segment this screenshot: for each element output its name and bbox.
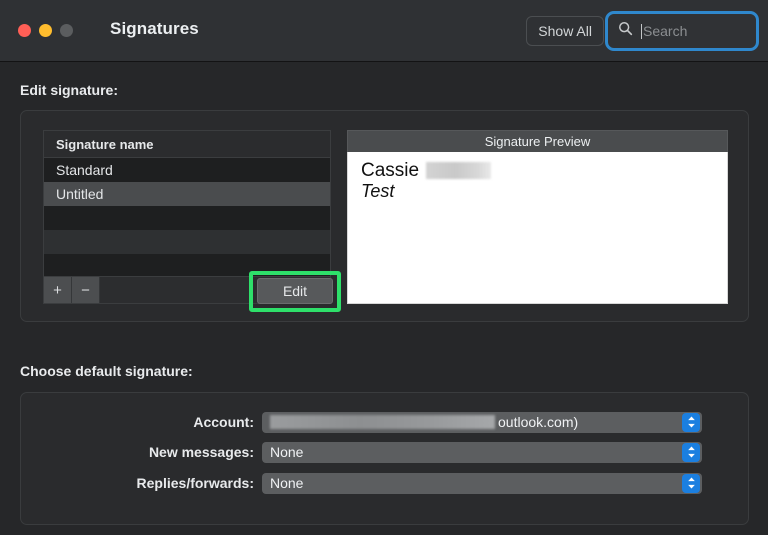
replies-forwards-label: Replies/forwards: bbox=[21, 475, 262, 491]
preview-redacted-block bbox=[426, 162, 491, 179]
choose-default-signature-heading: Choose default signature: bbox=[20, 363, 193, 379]
preferences-content: Edit signature: Signature name Standard … bbox=[0, 62, 768, 535]
new-messages-popup-stepper-icon[interactable] bbox=[682, 443, 700, 462]
replies-forwards-row: Replies/forwards: None bbox=[21, 472, 750, 494]
replies-forwards-value: None bbox=[270, 475, 303, 491]
new-messages-popup-button[interactable]: None bbox=[262, 442, 702, 463]
edit-signature-button[interactable]: Edit bbox=[257, 278, 333, 304]
replies-forwards-popup-button[interactable]: None bbox=[262, 473, 702, 494]
window-titlebar: Signatures Show All Search bbox=[0, 0, 768, 62]
show-all-label: Show All bbox=[538, 23, 592, 39]
list-item-empty-1[interactable] bbox=[44, 206, 330, 230]
preview-line-1: Cassie bbox=[361, 161, 727, 181]
signature-name-column-header: Signature name bbox=[56, 137, 154, 152]
search-field[interactable]: Search bbox=[605, 11, 759, 51]
search-placeholder: Search bbox=[643, 23, 687, 39]
signature-list[interactable]: Signature name Standard Untitled bbox=[43, 130, 331, 277]
close-window-button[interactable] bbox=[18, 24, 31, 37]
edit-button-label: Edit bbox=[283, 283, 307, 299]
choose-default-signature-group: Account: outlook.com) New messages: None bbox=[20, 392, 749, 525]
account-redacted-block bbox=[270, 415, 495, 429]
minus-icon: − bbox=[81, 283, 90, 298]
list-item-label: Standard bbox=[56, 162, 113, 178]
account-label: Account: bbox=[21, 414, 262, 430]
search-text-caret bbox=[641, 24, 642, 39]
preview-line-2: Test bbox=[361, 182, 727, 202]
plus-icon: + bbox=[53, 283, 62, 298]
signature-preview-body[interactable]: Cassie Test bbox=[347, 152, 728, 304]
add-signature-button[interactable]: + bbox=[44, 277, 72, 303]
remove-signature-button[interactable]: − bbox=[72, 277, 100, 303]
edit-signature-heading: Edit signature: bbox=[20, 82, 118, 98]
replies-forwards-popup-stepper-icon[interactable] bbox=[682, 474, 700, 493]
signature-preview-panel: Signature Preview Cassie Test bbox=[347, 130, 728, 304]
window-title: Signatures bbox=[110, 19, 199, 39]
new-messages-row: New messages: None bbox=[21, 441, 750, 463]
list-item-standard[interactable]: Standard bbox=[44, 158, 330, 182]
signature-list-header: Signature name bbox=[44, 131, 330, 158]
search-icon bbox=[618, 21, 633, 41]
list-item-label: Untitled bbox=[56, 186, 103, 202]
list-item-untitled[interactable]: Untitled bbox=[44, 182, 330, 206]
preview-name-text: Cassie bbox=[361, 161, 419, 181]
new-messages-value: None bbox=[270, 444, 303, 460]
edit-signature-group: Signature name Standard Untitled + − E bbox=[20, 110, 749, 322]
show-all-button[interactable]: Show All bbox=[526, 16, 604, 46]
account-popup-button[interactable]: outlook.com) bbox=[262, 412, 702, 433]
account-row: Account: outlook.com) bbox=[21, 411, 750, 433]
signature-preview-header: Signature Preview bbox=[347, 130, 728, 152]
account-value: outlook.com) bbox=[498, 414, 578, 430]
minimize-window-button[interactable] bbox=[39, 24, 52, 37]
account-popup-stepper-icon[interactable] bbox=[682, 413, 700, 432]
traffic-light-buttons bbox=[18, 24, 73, 37]
zoom-window-button bbox=[60, 24, 73, 37]
new-messages-label: New messages: bbox=[21, 444, 262, 460]
signatures-preferences-window: Signatures Show All Search Edit signatur… bbox=[0, 0, 768, 535]
signature-preview-title: Signature Preview bbox=[485, 134, 591, 149]
list-item-empty-2[interactable] bbox=[44, 230, 330, 254]
